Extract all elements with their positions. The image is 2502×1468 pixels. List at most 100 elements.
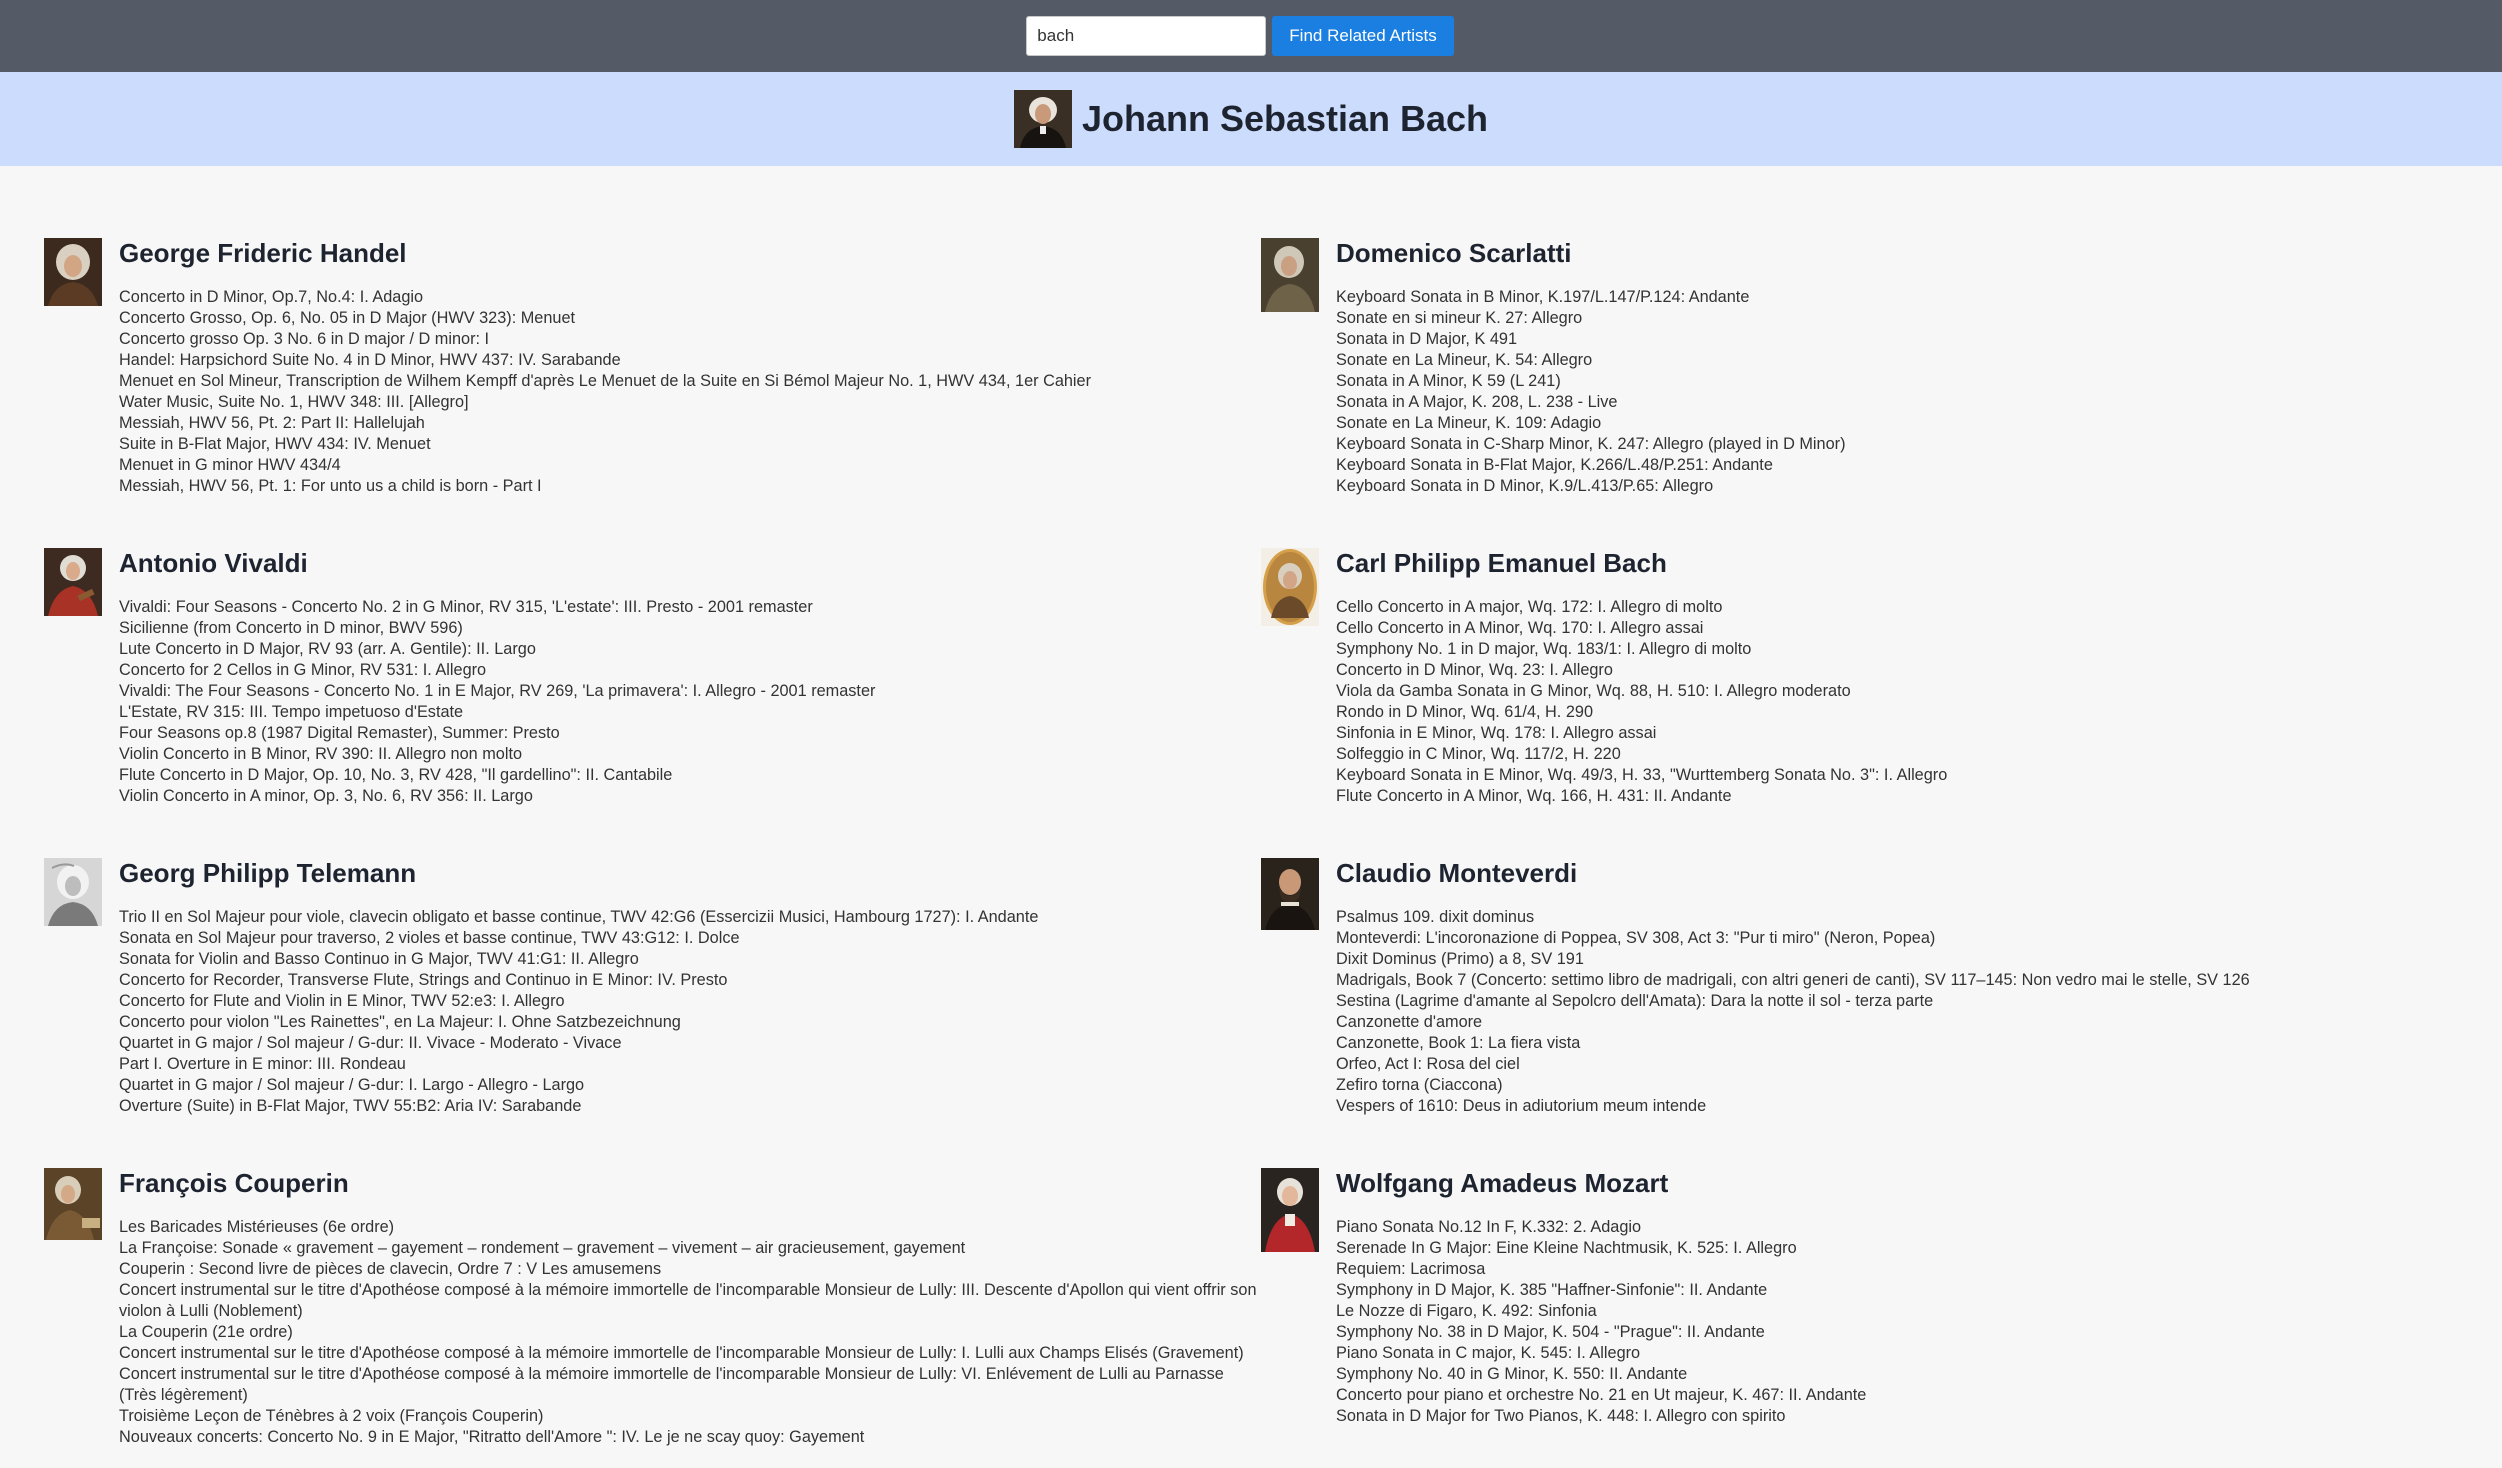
track-item[interactable]: L'Estate, RV 315: III. Tempo impetuoso d…: [119, 702, 1259, 723]
track-item[interactable]: Concerto pour violon "Les Rainettes", en…: [119, 1012, 1259, 1033]
track-item[interactable]: Serenade In G Major: Eine Kleine Nachtmu…: [1336, 1238, 2502, 1259]
track-item[interactable]: Overture (Suite) in B-Flat Major, TWV 55…: [119, 1096, 1259, 1117]
track-item[interactable]: Keyboard Sonata in D Minor, K.9/L.413/P.…: [1336, 476, 2502, 497]
track-item[interactable]: Symphony No. 38 in D Major, K. 504 - "Pr…: [1336, 1322, 2502, 1343]
track-item[interactable]: Part I. Overture in E minor: III. Rondea…: [119, 1054, 1259, 1075]
track-item[interactable]: Sonate en La Mineur, K. 54: Allegro: [1336, 350, 2502, 371]
track-item[interactable]: Four Seasons op.8 (1987 Digital Remaster…: [119, 723, 1259, 744]
track-item[interactable]: Concerto in D Minor, Op.7, No.4: I. Adag…: [119, 287, 1259, 308]
track-item[interactable]: Sonate en si mineur K. 27: Allegro: [1336, 308, 2502, 329]
track-item[interactable]: La Couperin (21e ordre): [119, 1322, 1259, 1343]
track-item[interactable]: Trio II en Sol Majeur pour viole, clavec…: [119, 907, 1259, 928]
track-item[interactable]: Piano Sonata in C major, K. 545: I. Alle…: [1336, 1343, 2502, 1364]
track-item[interactable]: Messiah, HWV 56, Pt. 2: Part II: Hallelu…: [119, 413, 1259, 434]
artist-card-monteverdi: Claudio Monteverdi Psalmus 109. dixit do…: [1261, 858, 2502, 1168]
track-item[interactable]: Concert instrumental sur le titre d'Apot…: [119, 1343, 1259, 1364]
track-item[interactable]: Messiah, HWV 56, Pt. 1: For unto us a ch…: [119, 476, 1259, 497]
track-item[interactable]: Requiem: Lacrimosa: [1336, 1259, 2502, 1280]
track-item[interactable]: Monteverdi: L'incoronazione di Poppea, S…: [1336, 928, 2502, 949]
track-item[interactable]: Suite in B-Flat Major, HWV 434: IV. Menu…: [119, 434, 1259, 455]
track-item[interactable]: Water Music, Suite No. 1, HWV 348: III. …: [119, 392, 1259, 413]
track-item[interactable]: Concerto Grosso, Op. 6, No. 05 in D Majo…: [119, 308, 1259, 329]
track-item[interactable]: Keyboard Sonata in C-Sharp Minor, K. 247…: [1336, 434, 2502, 455]
track-list: Vivaldi: Four Seasons - Concerto No. 2 i…: [119, 597, 1261, 807]
track-item[interactable]: Sonata in A Minor, K 59 (L 241): [1336, 371, 2502, 392]
track-item[interactable]: Sicilienne (from Concerto in D minor, BW…: [119, 618, 1259, 639]
track-item[interactable]: Flute Concerto in D Major, Op. 10, No. 3…: [119, 765, 1259, 786]
monteverdi-portrait-icon: [1261, 858, 1319, 930]
track-item[interactable]: Keyboard Sonata in B-Flat Major, K.266/L…: [1336, 455, 2502, 476]
couperin-portrait-icon: [44, 1168, 102, 1240]
track-item[interactable]: Concert instrumental sur le titre d'Apot…: [119, 1364, 1259, 1406]
track-item[interactable]: Solfeggio in C Minor, Wq. 117/2, H. 220: [1336, 744, 2502, 765]
search-bar: Find Related Artists: [0, 0, 2502, 72]
track-item[interactable]: Psalmus 109. dixit dominus: [1336, 907, 2502, 928]
track-item[interactable]: Sestina (Lagrime d'amante al Sepolcro de…: [1336, 991, 2502, 1012]
track-item[interactable]: Sonate en La Mineur, K. 109: Adagio: [1336, 413, 2502, 434]
main-artist-name: Johann Sebastian Bach: [1081, 98, 1489, 139]
track-item[interactable]: Sonata en Sol Majeur pour traverso, 2 vi…: [119, 928, 1259, 949]
track-list: Les Baricades Mistérieuses (6e ordre) La…: [119, 1217, 1261, 1448]
track-item[interactable]: Symphony in D Major, K. 385 "Haffner-Sin…: [1336, 1280, 2502, 1301]
track-item[interactable]: Nouveaux concerts: Concerto No. 9 in E M…: [119, 1427, 1259, 1448]
track-item[interactable]: La Françoise: Sonade « gravement – gayem…: [119, 1238, 1259, 1259]
track-item[interactable]: Quartet in G major / Sol majeur / G-dur:…: [119, 1075, 1259, 1096]
track-item[interactable]: Les Baricades Mistérieuses (6e ordre): [119, 1217, 1259, 1238]
artist-name: George Frideric Handel: [119, 238, 407, 268]
track-list: Psalmus 109. dixit dominus Monteverdi: L…: [1336, 907, 2502, 1117]
track-item[interactable]: Menuet en Sol Mineur, Transcription de W…: [119, 371, 1259, 392]
track-item[interactable]: Concert instrumental sur le titre d'Apot…: [119, 1280, 1259, 1322]
track-item[interactable]: Troisième Leçon de Ténèbres à 2 voix (Fr…: [119, 1406, 1259, 1427]
mozart-portrait-icon: [1261, 1168, 1319, 1252]
artist-search-input[interactable]: [1026, 16, 1267, 56]
track-item[interactable]: Flute Concerto in A Minor, Wq. 166, H. 4…: [1336, 786, 2502, 807]
track-item[interactable]: Lute Concerto in D Major, RV 93 (arr. A.…: [119, 639, 1259, 660]
track-item[interactable]: Canzonette, Book 1: La fiera vista: [1336, 1033, 2502, 1054]
track-item[interactable]: Quartet in G major / Sol majeur / G-dur:…: [119, 1033, 1259, 1054]
track-item[interactable]: Sonata in D Major, K 491: [1336, 329, 2502, 350]
track-item[interactable]: Dixit Dominus (Primo) a 8, SV 191: [1336, 949, 2502, 970]
artist-name: Domenico Scarlatti: [1336, 238, 1572, 268]
track-item[interactable]: Sonata for Violin and Basso Continuo in …: [119, 949, 1259, 970]
track-item[interactable]: Viola da Gamba Sonata in G Minor, Wq. 88…: [1336, 681, 2502, 702]
track-item[interactable]: Zefiro torna (Ciaccona): [1336, 1075, 2502, 1096]
track-item[interactable]: Vespers of 1610: Deus in adiutorium meum…: [1336, 1096, 2502, 1117]
find-related-artists-button[interactable]: Find Related Artists: [1272, 16, 1454, 56]
track-item[interactable]: Canzonette d'amore: [1336, 1012, 2502, 1033]
track-item[interactable]: Keyboard Sonata in B Minor, K.197/L.147/…: [1336, 287, 2502, 308]
track-item[interactable]: Concerto for Recorder, Transverse Flute,…: [119, 970, 1259, 991]
track-list: Trio II en Sol Majeur pour viole, clavec…: [119, 907, 1261, 1117]
track-item[interactable]: Rondo in D Minor, Wq. 61/4, H. 290: [1336, 702, 2502, 723]
track-item[interactable]: Cello Concerto in A Minor, Wq. 170: I. A…: [1336, 618, 2502, 639]
track-item[interactable]: Piano Sonata No.12 In F, K.332: 2. Adagi…: [1336, 1217, 2502, 1238]
track-item[interactable]: Handel: Harpsichord Suite No. 4 in D Min…: [119, 350, 1259, 371]
artist-name: Claudio Monteverdi: [1336, 858, 1578, 888]
track-item[interactable]: Concerto grosso Op. 3 No. 6 in D major /…: [119, 329, 1259, 350]
track-item[interactable]: Concerto for Flute and Violin in E Minor…: [119, 991, 1259, 1012]
track-item[interactable]: Violin Concerto in A minor, Op. 3, No. 6…: [119, 786, 1259, 807]
track-item[interactable]: Vivaldi: The Four Seasons - Concerto No.…: [119, 681, 1259, 702]
track-item[interactable]: Concerto in D Minor, Wq. 23: I. Allegro: [1336, 660, 2502, 681]
track-item[interactable]: Sinfonia in E Minor, Wq. 178: I. Allegro…: [1336, 723, 2502, 744]
track-item[interactable]: Concerto for 2 Cellos in G Minor, RV 531…: [119, 660, 1259, 681]
artist-name: Antonio Vivaldi: [119, 548, 308, 578]
track-item[interactable]: Sonata in D Major for Two Pianos, K. 448…: [1336, 1406, 2502, 1427]
track-item[interactable]: Sonata in A Major, K. 208, L. 238 - Live: [1336, 392, 2502, 413]
track-list: Piano Sonata No.12 In F, K.332: 2. Adagi…: [1336, 1217, 2502, 1427]
track-item[interactable]: Violin Concerto in B Minor, RV 390: II. …: [119, 744, 1259, 765]
track-item[interactable]: Symphony No. 1 in D major, Wq. 183/1: I.…: [1336, 639, 2502, 660]
track-item[interactable]: Symphony No. 40 in G Minor, K. 550: II. …: [1336, 1364, 2502, 1385]
artist-card-mozart: Wolfgang Amadeus Mozart Piano Sonata No.…: [1261, 1168, 2502, 1448]
track-item[interactable]: Menuet in G minor HWV 434/4: [119, 455, 1259, 476]
artist-name: Wolfgang Amadeus Mozart: [1336, 1168, 1669, 1198]
track-item[interactable]: Madrigals, Book 7 (Concerto: settimo lib…: [1336, 970, 2502, 991]
track-item[interactable]: Orfeo, Act I: Rosa del ciel: [1336, 1054, 2502, 1075]
track-list: Cello Concerto in A major, Wq. 172: I. A…: [1336, 597, 2502, 807]
track-item[interactable]: Le Nozze di Figaro, K. 492: Sinfonia: [1336, 1301, 2502, 1322]
track-item[interactable]: Concerto pour piano et orchestre No. 21 …: [1336, 1385, 2502, 1406]
track-item[interactable]: Vivaldi: Four Seasons - Concerto No. 2 i…: [119, 597, 1259, 618]
track-item[interactable]: Cello Concerto in A major, Wq. 172: I. A…: [1336, 597, 2502, 618]
track-item[interactable]: Couperin : Second livre de pièces de cla…: [119, 1259, 1259, 1280]
track-item[interactable]: Keyboard Sonata in E Minor, Wq. 49/3, H.…: [1336, 765, 2502, 786]
artist-card-handel: George Frideric Handel Concerto in D Min…: [44, 238, 1261, 548]
